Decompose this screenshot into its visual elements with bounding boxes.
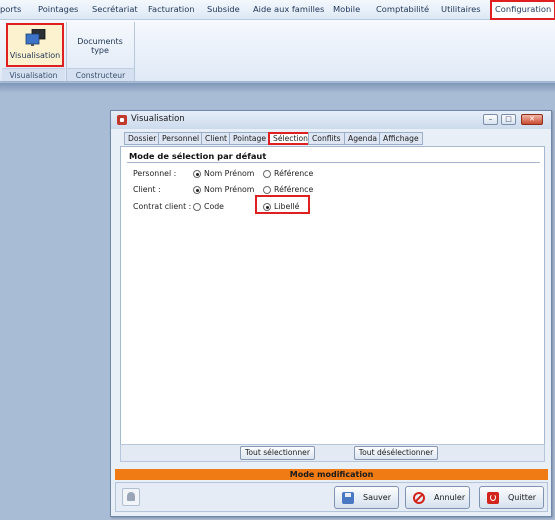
tab-dossier[interactable]: Dossier bbox=[124, 132, 161, 145]
selection-buttons-strip: Tout sélectionner Tout désélectionner bbox=[120, 444, 545, 462]
personnel-label: Personnel : bbox=[133, 169, 177, 178]
monitor-icon bbox=[25, 29, 46, 46]
personnel-reference-label: Référence bbox=[274, 169, 314, 178]
tab-conflits[interactable]: Conflits bbox=[308, 132, 345, 145]
close-icon[interactable]: ✕ bbox=[521, 114, 543, 125]
deselect-all-button[interactable]: Tout désélectionner bbox=[354, 446, 438, 460]
contrat-code-radio[interactable] bbox=[193, 203, 201, 211]
contrat-libelle-label: Libellé bbox=[274, 202, 300, 211]
tab-personnel[interactable]: Personnel bbox=[158, 132, 204, 145]
tab-pointage[interactable]: Pointage bbox=[229, 132, 270, 145]
ribbon-shadow-band bbox=[0, 83, 555, 93]
visualisation-button-label: Visualisation bbox=[9, 51, 61, 60]
client-nom-prenom-radio[interactable] bbox=[193, 186, 201, 194]
ribbon-panel: Visualisation Documents type Visualisati… bbox=[0, 20, 555, 82]
quit-button[interactable]: Quitter bbox=[479, 486, 544, 509]
select-all-button[interactable]: Tout sélectionner bbox=[240, 446, 315, 460]
menubar: ports Pointages Secrétariat Facturation … bbox=[0, 0, 555, 20]
menu-item-secretariat[interactable]: Secrétariat bbox=[92, 0, 138, 20]
personnel-reference-radio[interactable] bbox=[263, 170, 271, 178]
save-button-label: Sauver bbox=[363, 493, 391, 502]
group-label-visualisation: Visualisation bbox=[2, 68, 65, 81]
documents-type-button[interactable]: Documents type bbox=[68, 37, 132, 55]
contrat-libelle-radio[interactable] bbox=[263, 203, 271, 211]
tab-agenda[interactable]: Agenda bbox=[344, 132, 381, 145]
group-separator bbox=[134, 22, 135, 81]
menu-item-imports[interactable]: ports bbox=[0, 0, 21, 20]
client-nom-prenom-label: Nom Prénom bbox=[204, 185, 255, 194]
client-reference-label: Référence bbox=[274, 185, 314, 194]
menu-item-mobile[interactable]: Mobile bbox=[333, 0, 360, 20]
mode-status-bar: Mode modification bbox=[115, 469, 548, 480]
menu-item-configuration[interactable]: Configuration bbox=[490, 0, 555, 20]
action-bar: Sauver Annuler Quitter bbox=[115, 482, 548, 512]
dialog-titlebar[interactable]: Visualisation – □ ✕ bbox=[111, 111, 551, 129]
maximize-icon[interactable]: □ bbox=[501, 114, 516, 125]
save-button[interactable]: Sauver bbox=[334, 486, 399, 509]
menu-item-aide-aux-familles[interactable]: Aide aux familles bbox=[253, 0, 324, 20]
users-icon[interactable] bbox=[122, 488, 140, 506]
visualisation-button[interactable]: Visualisation bbox=[6, 23, 64, 67]
cancel-icon bbox=[413, 492, 425, 504]
menu-item-comptabilite[interactable]: Comptabilité bbox=[376, 0, 429, 20]
menu-item-facturation[interactable]: Facturation bbox=[148, 0, 195, 20]
save-icon bbox=[342, 492, 354, 504]
client-reference-radio[interactable] bbox=[263, 186, 271, 194]
dialog-title: Visualisation bbox=[131, 114, 185, 124]
app-icon bbox=[117, 115, 127, 125]
group-label-constructeur: Constructeur bbox=[67, 68, 134, 81]
contrat-code-label: Code bbox=[204, 202, 224, 211]
minimize-icon[interactable]: – bbox=[483, 114, 498, 125]
menu-item-pointages[interactable]: Pointages bbox=[38, 0, 78, 20]
tab-client[interactable]: Client bbox=[201, 132, 231, 145]
personnel-nom-prenom-radio[interactable] bbox=[193, 170, 201, 178]
visualisation-dialog: Visualisation – □ ✕ Dossier Personnel Cl… bbox=[110, 110, 552, 517]
cancel-button[interactable]: Annuler bbox=[405, 486, 470, 509]
section-divider bbox=[127, 162, 540, 163]
contrat-client-label: Contrat client : bbox=[133, 202, 192, 211]
tab-affichage[interactable]: Affichage bbox=[379, 132, 423, 145]
client-label: Client : bbox=[133, 185, 161, 194]
quit-button-label: Quitter bbox=[508, 493, 537, 502]
menu-item-subside[interactable]: Subside bbox=[207, 0, 240, 20]
section-title: Mode de sélection par défaut bbox=[129, 151, 267, 161]
personnel-nom-prenom-label: Nom Prénom bbox=[204, 169, 255, 178]
tab-selection[interactable]: Sélection bbox=[268, 132, 313, 145]
menu-item-utilitaires[interactable]: Utilitaires bbox=[441, 0, 481, 20]
power-icon bbox=[487, 492, 499, 504]
selection-panel: Mode de sélection par défaut Personnel :… bbox=[120, 146, 545, 455]
cancel-button-label: Annuler bbox=[434, 493, 466, 502]
